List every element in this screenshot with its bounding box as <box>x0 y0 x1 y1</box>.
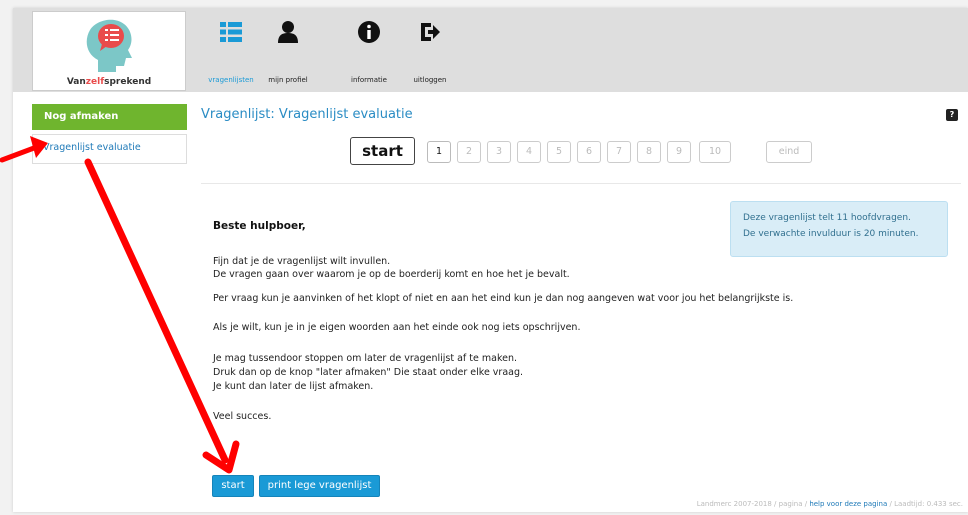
info-icon <box>358 21 380 43</box>
intro-paragraph: Je mag tussendoor stoppen om later de vr… <box>213 353 518 364</box>
intro-paragraph: Veel succes. <box>213 411 272 422</box>
nav-label: vragenlijsten <box>208 76 254 84</box>
step-button-5[interactable]: 5 <box>547 141 571 163</box>
intro-paragraph: Druk dan op de knop "later afmaken" Die … <box>213 367 524 378</box>
help-icon[interactable]: ? <box>946 109 958 121</box>
step-button-3[interactable]: 3 <box>487 141 511 163</box>
step-button-8[interactable]: 8 <box>637 141 661 163</box>
intro-paragraph: De vragen gaan over waarom je op de boer… <box>213 269 570 280</box>
start-button[interactable]: start <box>212 475 254 497</box>
step-button-4[interactable]: 4 <box>517 141 541 163</box>
nav-label: uitloggen <box>413 76 447 84</box>
list-icon <box>220 22 242 42</box>
print-empty-questionnaire-button[interactable]: print lege vragenlijst <box>259 475 380 497</box>
intro-paragraph: Als je wilt, kun je in je eigen woorden … <box>213 322 581 333</box>
nav-label: informatie <box>351 76 387 84</box>
step-end-button[interactable]: eind <box>766 141 812 163</box>
greeting: Beste hulpboer, <box>213 220 306 232</box>
step-button-6[interactable]: 6 <box>577 141 601 163</box>
sidebar-section-nog-afmaken[interactable]: Nog afmaken <box>32 104 187 130</box>
step-button-7[interactable]: 7 <box>607 141 631 163</box>
nav-label: mijn profiel <box>268 76 308 84</box>
intro-paragraph: Fijn dat je de vragenlijst wilt invullen… <box>213 256 391 267</box>
nav-informatie[interactable]: informatie <box>341 20 397 86</box>
page: Vanzelfsprekend vragenlijsten mijn profi… <box>13 8 968 512</box>
nav-vragenlijsten[interactable]: vragenlijsten <box>203 20 259 86</box>
nav-mijn-profiel[interactable]: mijn profiel <box>260 20 316 86</box>
info-line: Deze vragenlijst telt 11 hoofdvragen. <box>743 213 911 223</box>
user-icon <box>278 21 298 43</box>
info-alert: Deze vragenlijst telt 11 hoofdvragen. De… <box>730 201 948 257</box>
logo[interactable]: Vanzelfsprekend <box>32 11 186 91</box>
info-line: De verwachte invulduur is 20 minuten. <box>743 229 919 239</box>
nav-uitloggen[interactable]: uitloggen <box>402 20 458 86</box>
help-page-link[interactable]: help voor deze pagina <box>809 500 887 508</box>
step-button-1[interactable]: 1 <box>427 141 451 163</box>
head-chat-logo-icon <box>86 19 132 73</box>
header: Vanzelfsprekend vragenlijsten mijn profi… <box>13 8 968 92</box>
divider <box>201 183 961 184</box>
intro-paragraph: Per vraag kun je aanvinken of het klopt … <box>213 293 794 304</box>
sidebar-item-vragenlijst-evaluatie[interactable]: Vragenlijst evaluatie <box>32 134 187 164</box>
intro-paragraph: Je kunt dan later de lijst afmaken. <box>213 381 374 392</box>
step-start-button[interactable]: start <box>350 137 415 165</box>
logout-icon <box>421 23 440 41</box>
step-button-9[interactable]: 9 <box>667 141 691 163</box>
page-title: Vragenlijst: Vragenlijst evaluatie <box>201 107 413 122</box>
step-button-2[interactable]: 2 <box>457 141 481 163</box>
step-button-10[interactable]: 10 <box>699 141 731 163</box>
footer: Landmerc 2007-2018 / pagina / help voor … <box>696 500 963 508</box>
logo-text: Vanzelfsprekend <box>66 77 152 87</box>
